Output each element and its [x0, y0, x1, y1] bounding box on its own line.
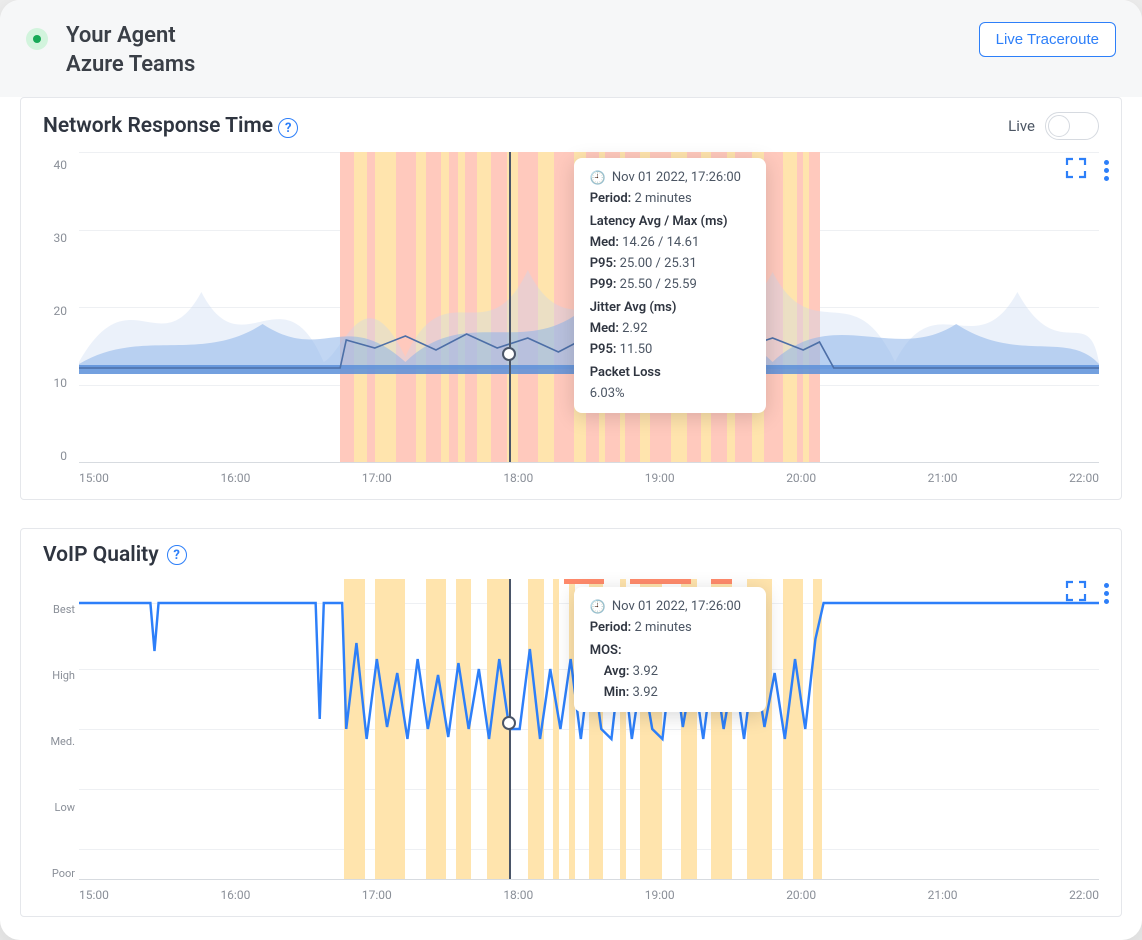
live-traceroute-button[interactable]: Live Traceroute	[979, 22, 1116, 57]
chart1-cursor-dot	[502, 347, 516, 361]
chart1-y-axis: 403020100	[43, 158, 67, 463]
chart1-x-axis: 15:0016:0017:0018:0019:0020:0021:0022:00	[79, 471, 1099, 485]
chart1-tooltip: 🕘Nov 01 2022, 17:26:00 Period: 2 minutes…	[574, 158, 766, 413]
help-icon[interactable]: ?	[278, 118, 298, 138]
clock-icon: 🕘	[590, 601, 606, 614]
chart2-title: VoIP Quality	[43, 543, 159, 567]
live-toggle[interactable]	[1045, 112, 1099, 140]
chart1-cursor	[509, 152, 511, 462]
more-menu-icon[interactable]	[1104, 160, 1109, 181]
live-label: Live	[1008, 117, 1035, 135]
expand-icon[interactable]	[1064, 579, 1088, 607]
chart2-x-axis: 15:0016:0017:0018:0019:0020:0021:0022:00	[79, 888, 1099, 902]
voip-quality-card: VoIP Quality ? BestHighMed.LowPoor	[20, 528, 1122, 917]
header-bar: Your Agent Azure Teams Live Traceroute	[0, 0, 1142, 97]
status-indicator	[26, 28, 48, 50]
expand-icon[interactable]	[1064, 156, 1088, 184]
chart1-title: Network Response Time	[43, 114, 273, 138]
page-subtitle: Azure Teams	[66, 51, 195, 80]
more-menu-icon[interactable]	[1104, 583, 1109, 604]
chart2-plot[interactable]: 🕘Nov 01 2022, 17:26:00 Period: 2 minutes…	[79, 579, 1099, 880]
network-response-card: Network Response Time ? Live 403020100	[20, 97, 1122, 500]
page-title: Your Agent	[66, 22, 195, 51]
chart2-cursor-dot	[502, 716, 516, 730]
dashboard-window: Your Agent Azure Teams Live Traceroute N…	[0, 0, 1142, 940]
clock-icon: 🕘	[590, 172, 606, 185]
help-icon[interactable]: ?	[167, 545, 187, 565]
chart2-y-axis: BestHighMed.LowPoor	[43, 585, 75, 880]
chart1-plot[interactable]: 🕘Nov 01 2022, 17:26:00 Period: 2 minutes…	[79, 152, 1099, 463]
chart2-tooltip: 🕘Nov 01 2022, 17:26:00 Period: 2 minutes…	[574, 587, 766, 712]
